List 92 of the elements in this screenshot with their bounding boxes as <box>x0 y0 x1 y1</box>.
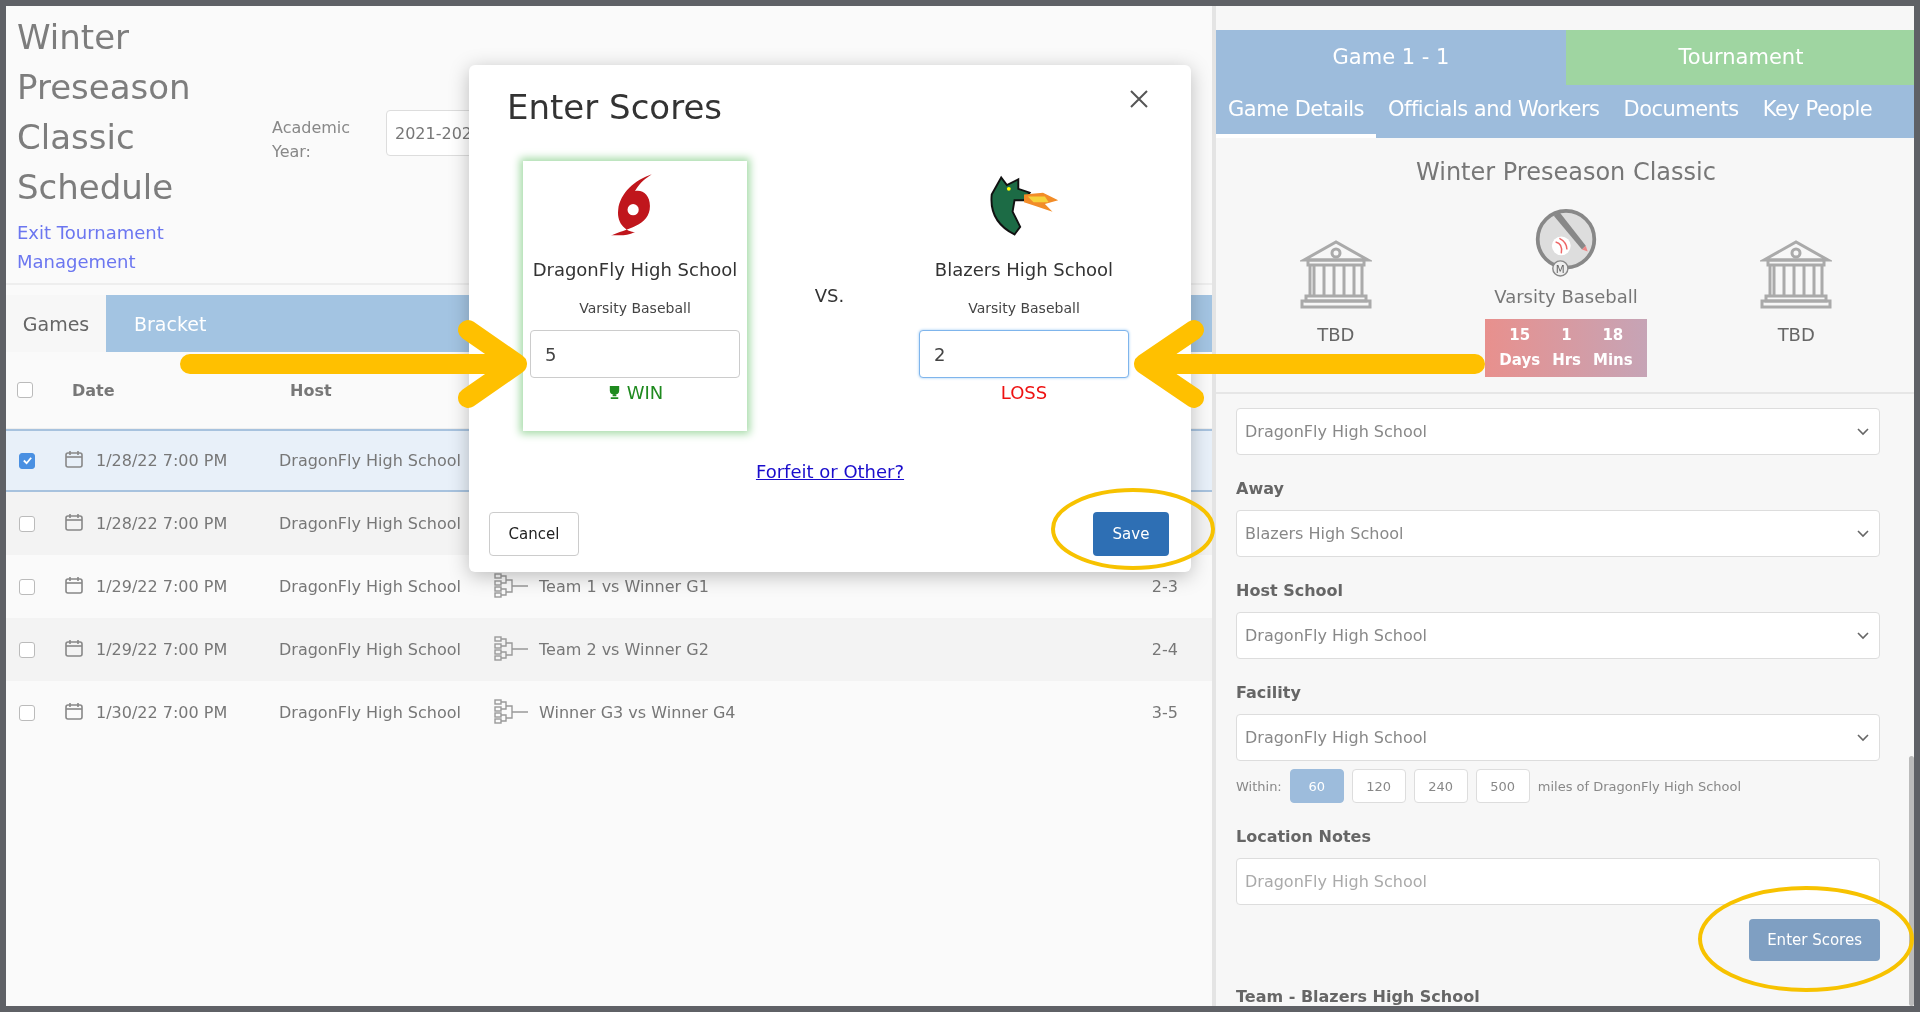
table-row[interactable]: 1/29/22 7:00 PM DragonFly High School Team 1 vs Winner G1 2-3 <box>6 555 1212 618</box>
score-field[interactable]: 2 <box>919 330 1129 378</box>
tab[interactable]: Documents <box>1611 84 1751 138</box>
tab[interactable]: Bracket <box>106 295 235 352</box>
checkbox[interactable] <box>19 641 35 658</box>
table-cell-text: 1/28/22 7:00 PM <box>96 451 229 470</box>
event-title: Winter Preseason Classic <box>1415 157 1717 186</box>
table-cell-text: DragonFly High School <box>279 514 462 533</box>
table-cell-text: Team 2 vs Winner G2 <box>539 640 710 659</box>
save-button[interactable]: Save <box>1093 512 1169 556</box>
countdown-unit: Mins <box>1593 349 1633 371</box>
page-title: Winter Preseason Classic Schedule <box>17 16 192 209</box>
bracket-icon <box>494 697 530 724</box>
calendar-icon <box>64 448 84 469</box>
field-label: Location Notes <box>1236 827 1372 846</box>
table-cell-text: 1/29/22 7:00 PM <box>96 640 229 659</box>
select-field[interactable]: DragonFly High School <box>1236 714 1880 761</box>
checkbox[interactable] <box>19 452 35 469</box>
calendar-icon <box>64 574 84 595</box>
team-name: TBD <box>1777 323 1815 345</box>
tab[interactable]: Officials and Workers <box>1376 84 1612 138</box>
sport-name: Varsity Baseball <box>1494 285 1638 307</box>
radius-text: miles of DragonFly High School <box>1537 778 1742 794</box>
dialog-title: Enter Scores <box>507 87 722 127</box>
close-icon[interactable] <box>1129 89 1149 109</box>
table-cell: 3-5 <box>1151 703 1178 722</box>
radius-option[interactable]: 60 <box>1289 769 1344 803</box>
calendar-icon <box>64 700 84 721</box>
field-label: Host School <box>1236 581 1344 600</box>
forfeit-link[interactable]: Forfeit or Other? <box>755 461 905 482</box>
table-cell-text: 1/30/22 7:00 PM <box>96 703 229 722</box>
cancel-button[interactable]: Cancel <box>489 512 579 556</box>
radius-option[interactable]: 500 <box>1475 769 1530 803</box>
countdown-value: 1 <box>1561 324 1572 346</box>
team-name: TBD <box>1317 323 1355 345</box>
select-field[interactable]: Blazers High School <box>1236 510 1880 557</box>
tab[interactable]: Key People <box>1750 84 1885 138</box>
checkbox[interactable] <box>19 704 35 721</box>
result-label: WIN <box>606 382 664 403</box>
table-cell-text: DragonFly High School <box>279 451 462 470</box>
table-cell-text: DragonFly High School <box>279 703 462 722</box>
chevron-icon <box>1857 631 1869 640</box>
checkmark-icon <box>21 455 33 466</box>
table-row[interactable]: 1/30/22 7:00 PM DragonFly High School Winner G3 vs Winner G4 3-5 <box>6 681 1212 744</box>
field-label: Away <box>1236 479 1285 498</box>
team-division: Varsity Baseball <box>579 300 691 316</box>
enter-scores-button[interactable]: Enter Scores <box>1749 919 1880 961</box>
field-label: Facility <box>1236 683 1302 702</box>
countdown-value: 15 <box>1509 324 1531 346</box>
checkbox[interactable] <box>19 515 35 532</box>
select-field[interactable]: DragonFly High School <box>1236 612 1880 659</box>
field-label: Within: <box>1236 778 1282 794</box>
calendar-icon <box>64 637 84 658</box>
table-cell-text: Winner G3 vs Winner G4 <box>539 703 737 722</box>
chevron-icon <box>1857 733 1869 742</box>
field-label: Academic Year: <box>272 117 352 163</box>
scrollbar[interactable] <box>1909 756 1914 1006</box>
table-cell-text: Team 1 vs Winner G1 <box>539 577 710 596</box>
select-field[interactable]: DragonFly High School <box>1236 408 1880 455</box>
table-cell: 2-4 <box>1151 640 1178 659</box>
table-cell-text: DragonFly High School <box>279 577 462 596</box>
team-name: DragonFly High School <box>532 259 738 280</box>
score-field[interactable]: 5 <box>530 330 740 378</box>
radius-option[interactable]: 240 <box>1413 769 1468 803</box>
chevron-icon <box>1857 427 1869 436</box>
bracket-icon <box>494 571 530 598</box>
header-tab[interactable]: Game 1 - 1 <box>1216 30 1566 85</box>
column-header: Date <box>72 380 116 400</box>
team-name: Blazers High School <box>934 259 1114 280</box>
chevron-icon <box>1857 529 1869 538</box>
section-title: Team - Blazers High School <box>1236 987 1481 1006</box>
countdown-unit: Hrs <box>1552 349 1581 371</box>
table-cell: 2-3 <box>1151 577 1178 596</box>
notes-field[interactable]: DragonFly High School <box>1236 858 1880 905</box>
checkbox[interactable] <box>17 382 33 398</box>
tab[interactable]: Games <box>6 295 106 352</box>
result-label: LOSS <box>1000 382 1048 403</box>
radius-option[interactable]: 120 <box>1351 769 1406 803</box>
countdown-value: 18 <box>1602 324 1624 346</box>
calendar-icon <box>64 511 84 532</box>
table-cell-text: 1/29/22 7:00 PM <box>96 577 229 596</box>
column-header: Host <box>290 380 332 400</box>
bracket-icon <box>494 634 530 661</box>
exit-link[interactable]: Exit Tournament Management <box>17 218 217 276</box>
countdown-unit: Days <box>1499 349 1541 371</box>
checkbox[interactable] <box>19 578 35 595</box>
table-row[interactable]: 1/29/22 7:00 PM DragonFly High School Team 2 vs Winner G2 2-4 <box>6 618 1212 681</box>
table-cell-text: 1/28/22 7:00 PM <box>96 514 229 533</box>
versus-label: VS. <box>813 285 846 306</box>
team-division: Varsity Baseball <box>968 300 1080 316</box>
table-cell-text: DragonFly High School <box>279 640 462 659</box>
tab[interactable]: Game Details <box>1216 84 1376 138</box>
